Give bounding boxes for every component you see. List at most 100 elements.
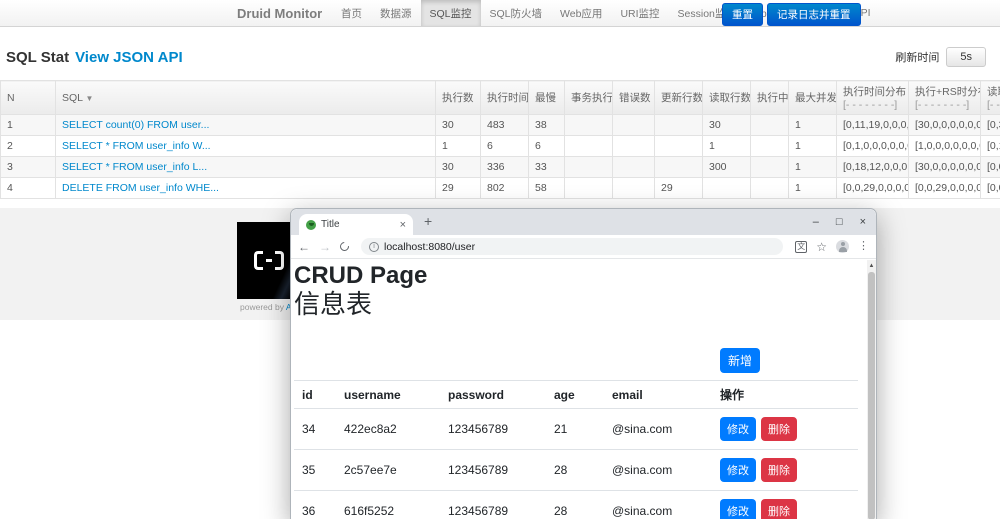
- delete-button[interactable]: 删除: [761, 417, 797, 442]
- cell-tx-exec: [564, 156, 613, 178]
- nav-item-uri-monitor[interactable]: URI监控: [611, 0, 668, 26]
- col-executing: 执行中: [750, 80, 789, 115]
- col-username: username: [336, 380, 440, 410]
- refresh-interval-select[interactable]: 5s: [946, 47, 986, 67]
- reset-button[interactable]: 重置: [722, 3, 763, 26]
- translate-icon[interactable]: 文: [795, 240, 808, 253]
- site-info-icon[interactable]: i: [369, 241, 379, 252]
- tab-close-icon[interactable]: ×: [400, 219, 406, 231]
- log-and-reset-button[interactable]: 记录日志并重置: [767, 3, 861, 26]
- browser-titlebar[interactable]: Title × + – □ ×: [291, 209, 876, 235]
- nav-item-datasource[interactable]: 数据源: [371, 0, 421, 26]
- bookmark-star-icon[interactable]: ☆: [816, 241, 827, 253]
- nav-item-web-app[interactable]: Web应用: [551, 0, 611, 26]
- nav-item-sql-monitor[interactable]: SQL监控: [420, 0, 481, 26]
- col-password: password: [440, 380, 546, 410]
- cell-update-rows: [654, 135, 703, 157]
- cell-exec-time: 483: [480, 114, 529, 136]
- edit-button[interactable]: 修改: [720, 417, 756, 442]
- profile-avatar[interactable]: [836, 240, 849, 253]
- sql-detail-link[interactable]: DELETE FROM user_info WHE...: [62, 182, 219, 194]
- reload-icon[interactable]: [338, 240, 351, 253]
- edit-button[interactable]: 修改: [720, 458, 756, 483]
- col-read-rows: 读取行数: [702, 80, 751, 115]
- sql-detail-link[interactable]: SELECT count(0) FROM user...: [62, 119, 209, 131]
- table-row: 3 SELECT * FROM user_info L... 30 336 33…: [0, 156, 1000, 178]
- cell-time-dist: [0,11,19,0,0,0,0,0]: [836, 114, 909, 136]
- forward-icon[interactable]: →: [319, 241, 331, 253]
- cell-read-dist: [0,0,30,0,0,0]: [980, 156, 1000, 178]
- cell-max-concurrent: 1: [788, 135, 837, 157]
- cell-password: 123456789: [440, 449, 546, 492]
- edit-button[interactable]: 修改: [720, 499, 756, 519]
- cell-time-dist: [0,18,12,0,0,0,0,0]: [836, 156, 909, 178]
- view-json-api-link[interactable]: View JSON API: [75, 49, 183, 66]
- tab-favicon-icon: [306, 219, 316, 230]
- refresh-label: 刷新时间: [895, 52, 940, 64]
- cell-max-concurrent: 1: [788, 114, 837, 136]
- close-button[interactable]: ×: [860, 216, 866, 228]
- col-errors: 错误数: [612, 80, 655, 115]
- sql-stat-table: N SQL ▼ 执行数 执行时间 最慢 事务执行 错误数 更新行数 读取行数 执…: [0, 80, 1000, 199]
- nav-item-sql-firewall[interactable]: SQL防火墙: [481, 0, 552, 26]
- cell-slowest: 33: [528, 156, 565, 178]
- cell-read-dist: [0,30,0,0,0,0]: [980, 114, 1000, 136]
- cell-read-dist: [0,0,0,0,0,0]: [980, 177, 1000, 199]
- new-tab-button[interactable]: +: [424, 213, 432, 229]
- cell-exec-count: 30: [435, 114, 481, 136]
- add-user-button[interactable]: 新增: [720, 348, 761, 374]
- cell-exec-count: 30: [435, 156, 481, 178]
- cell-tx-exec: [564, 135, 613, 157]
- browser-scrollbar[interactable]: ▲: [867, 260, 876, 519]
- cell-actions: 修改 删除: [712, 408, 858, 451]
- cell-executing: [750, 114, 789, 136]
- col-update-rows: 更新行数: [654, 80, 703, 115]
- cell-exec-rs-dist: [30,0,0,0,0,0,0,0]: [908, 156, 981, 178]
- sql-detail-link[interactable]: SELECT * FROM user_info W...: [62, 140, 211, 152]
- browser-menu-icon[interactable]: ⋮: [858, 241, 869, 252]
- cell-age: 28: [546, 490, 604, 519]
- maximize-button[interactable]: □: [836, 216, 843, 228]
- cell-slowest: 38: [528, 114, 565, 136]
- sql-detail-link[interactable]: SELECT * FROM user_info L...: [62, 161, 207, 173]
- cell-n: 3: [0, 156, 56, 178]
- cell-errors: [612, 156, 655, 178]
- address-bar[interactable]: i localhost:8080/user: [361, 238, 784, 255]
- cell-read-rows: 1: [702, 135, 751, 157]
- col-max-concurrent: 最大并发: [788, 80, 837, 115]
- cell-id: 36: [294, 490, 336, 519]
- minimize-button[interactable]: –: [813, 216, 819, 228]
- back-icon[interactable]: ←: [298, 241, 310, 253]
- scroll-up-icon[interactable]: ▲: [867, 260, 876, 271]
- nav-item-home[interactable]: 首页: [332, 0, 371, 26]
- table-row: 1 SELECT count(0) FROM user... 30 483 38…: [0, 114, 1000, 136]
- col-read-dist: 读取行分布[- - - - - -]: [980, 80, 1000, 115]
- cell-n: 4: [0, 177, 56, 199]
- col-exec-rs-dist: 执行+RS时分布[- - - - - - - -]: [908, 80, 981, 115]
- col-sql[interactable]: SQL ▼: [55, 80, 436, 115]
- logo-right-bracket-icon: [275, 251, 284, 270]
- browser-tab[interactable]: Title ×: [299, 214, 413, 235]
- cell-exec-time: 6: [480, 135, 529, 157]
- cell-actions: 修改 删除: [712, 449, 858, 492]
- cell-read-dist: [0,1,0,0,0,0]: [980, 135, 1000, 157]
- delete-button[interactable]: 删除: [761, 499, 797, 519]
- scrollbar-thumb[interactable]: [868, 272, 875, 519]
- cell-executing: [750, 135, 789, 157]
- browser-content: CRUD Page 信息表 新增 id username password ag…: [291, 260, 867, 519]
- page-title-row: SQL Stat View JSON API: [6, 49, 183, 66]
- delete-button[interactable]: 删除: [761, 458, 797, 483]
- cell-max-concurrent: 1: [788, 177, 837, 199]
- col-slowest: 最慢: [528, 80, 565, 115]
- page-title: SQL Stat: [6, 49, 70, 66]
- cell-update-rows: 29: [654, 177, 703, 199]
- table-row: 34 422ec8a2 123456789 21 @sina.com 修改 删除: [294, 408, 858, 451]
- col-email: email: [604, 380, 712, 410]
- table-row: 4 DELETE FROM user_info WHE... 29 802 58…: [0, 177, 1000, 199]
- navbar-actions: 重置 记录日志并重置: [722, 3, 861, 26]
- cell-sql: SELECT count(0) FROM user...: [55, 114, 436, 136]
- cell-username: 616f5252: [336, 490, 440, 519]
- sort-desc-icon[interactable]: ▼: [86, 94, 94, 103]
- window-controls: – □ ×: [813, 209, 866, 235]
- browser-toolbar: ← → i localhost:8080/user 文 ☆ ⋮: [291, 235, 876, 259]
